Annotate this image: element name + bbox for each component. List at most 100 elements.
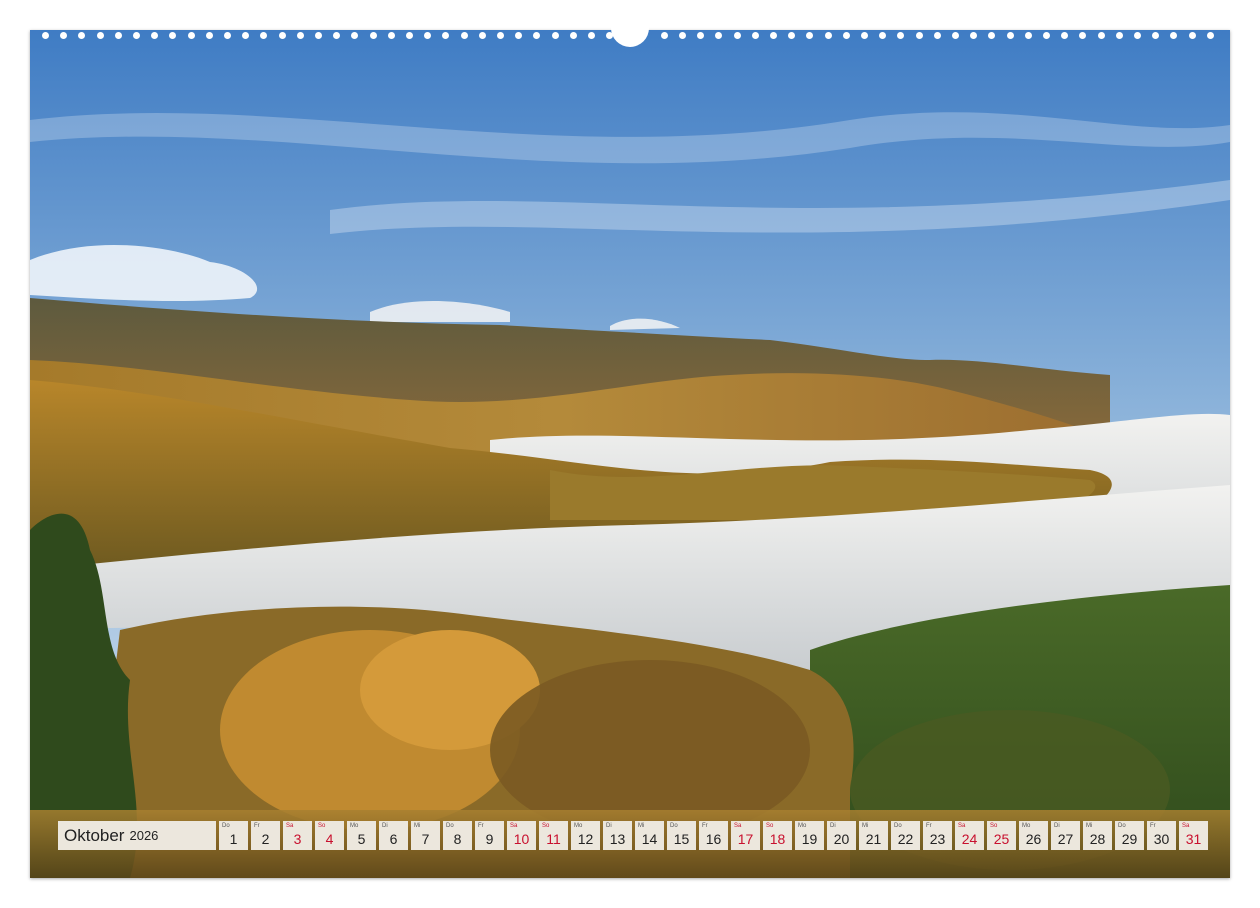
binding-hole bbox=[734, 32, 741, 39]
binding-hole bbox=[570, 32, 577, 39]
weekday-abbrev: Do bbox=[894, 823, 902, 829]
weekday-abbrev: Sa bbox=[1182, 823, 1190, 829]
weekday-abbrev: Fr bbox=[926, 823, 932, 829]
binding-hole bbox=[224, 32, 231, 39]
binding-hole bbox=[424, 32, 431, 39]
calendar-strip: Oktober 2026 Do 1 Fr 2 Sa 3 So 4 Mo 5 Di 6 Mi 7 Do 8 Fr 9… bbox=[58, 821, 1208, 850]
day-number: 31 bbox=[1185, 831, 1202, 847]
day-cell: Mo 19 bbox=[795, 821, 824, 850]
binding-hole bbox=[442, 32, 449, 39]
weekday-abbrev: Di bbox=[606, 823, 612, 829]
day-number: 21 bbox=[865, 831, 882, 847]
binding-hole bbox=[1189, 32, 1196, 39]
binding-hole bbox=[952, 32, 959, 39]
day-cell: Sa 10 bbox=[507, 821, 536, 850]
weekday-abbrev: Sa bbox=[958, 823, 966, 829]
binding-hole bbox=[60, 32, 67, 39]
binding-hole bbox=[1061, 32, 1068, 39]
binding-hole bbox=[806, 32, 813, 39]
day-number: 29 bbox=[1121, 831, 1138, 847]
binding-hole bbox=[133, 32, 140, 39]
day-number: 16 bbox=[705, 831, 722, 847]
day-number: 24 bbox=[961, 831, 978, 847]
day-cells: Do 1 Fr 2 Sa 3 So 4 Mo 5 Di 6 Mi 7 Do 8 Fr 9 Sa 10 So 11 Mo 12 D… bbox=[219, 821, 1208, 850]
binding-hole bbox=[897, 32, 904, 39]
weekday-abbrev: So bbox=[542, 823, 550, 829]
day-cell: Mi 7 bbox=[411, 821, 440, 850]
weekday-abbrev: Mi bbox=[1086, 823, 1093, 829]
binding-hole bbox=[1152, 32, 1159, 39]
weekday-abbrev: Mi bbox=[414, 823, 421, 829]
weekday-abbrev: Di bbox=[830, 823, 836, 829]
weekday-abbrev: Do bbox=[222, 823, 230, 829]
day-number: 18 bbox=[769, 831, 786, 847]
binding-hole bbox=[1098, 32, 1105, 39]
weekday-abbrev: Sa bbox=[286, 823, 294, 829]
day-number: 26 bbox=[1025, 831, 1042, 847]
day-number: 12 bbox=[577, 831, 594, 847]
binding-hole bbox=[697, 32, 704, 39]
weekday-abbrev: So bbox=[766, 823, 774, 829]
binding-hole bbox=[861, 32, 868, 39]
day-number: 8 bbox=[453, 831, 462, 847]
day-cell: Fr 23 bbox=[923, 821, 952, 850]
day-cell: So 18 bbox=[763, 821, 792, 850]
day-number: 14 bbox=[641, 831, 658, 847]
day-cell: Di 13 bbox=[603, 821, 632, 850]
day-cell: Do 8 bbox=[443, 821, 472, 850]
binding-hole bbox=[916, 32, 923, 39]
day-cell: Do 1 bbox=[219, 821, 248, 850]
binding-hole bbox=[1025, 32, 1032, 39]
autumn-mountain-fog-landscape bbox=[30, 30, 1230, 878]
weekday-abbrev: Do bbox=[1118, 823, 1126, 829]
day-number: 15 bbox=[673, 831, 690, 847]
binding-hole bbox=[351, 32, 358, 39]
day-cell: Di 27 bbox=[1051, 821, 1080, 850]
weekday-abbrev: So bbox=[318, 823, 326, 829]
month-name: Oktober bbox=[64, 825, 125, 845]
day-number: 28 bbox=[1089, 831, 1106, 847]
binding-hole bbox=[115, 32, 122, 39]
day-number: 22 bbox=[897, 831, 914, 847]
binding-hole bbox=[588, 32, 595, 39]
binding-hole bbox=[279, 32, 286, 39]
day-number: 1 bbox=[229, 831, 238, 847]
day-cell: Fr 16 bbox=[699, 821, 728, 850]
weekday-abbrev: Fr bbox=[702, 823, 708, 829]
binding-hole bbox=[661, 32, 668, 39]
day-cell: Di 6 bbox=[379, 821, 408, 850]
day-cell: Sa 17 bbox=[731, 821, 760, 850]
day-number: 20 bbox=[833, 831, 850, 847]
binding-hole bbox=[406, 32, 413, 39]
day-number: 6 bbox=[389, 831, 398, 847]
day-cell: Fr 2 bbox=[251, 821, 280, 850]
day-cell: Mo 12 bbox=[571, 821, 600, 850]
weekday-abbrev: Di bbox=[1054, 823, 1060, 829]
day-number: 27 bbox=[1057, 831, 1074, 847]
weekday-abbrev: Do bbox=[446, 823, 454, 829]
day-number: 17 bbox=[737, 831, 754, 847]
weekday-abbrev: Di bbox=[382, 823, 388, 829]
day-number: 11 bbox=[546, 831, 561, 847]
weekday-abbrev: Sa bbox=[734, 823, 742, 829]
day-number: 7 bbox=[421, 831, 430, 847]
binding-hole bbox=[242, 32, 249, 39]
binding-hole bbox=[552, 32, 559, 39]
binding-hole bbox=[715, 32, 722, 39]
weekday-abbrev: Mo bbox=[798, 823, 807, 829]
day-number: 25 bbox=[993, 831, 1010, 847]
day-number: 3 bbox=[293, 831, 302, 847]
binding-hole bbox=[1007, 32, 1014, 39]
binding-hole bbox=[1043, 32, 1050, 39]
day-number: 23 bbox=[929, 831, 946, 847]
weekday-abbrev: Mo bbox=[574, 823, 583, 829]
binding-hole bbox=[1134, 32, 1141, 39]
weekday-abbrev: Mo bbox=[1022, 823, 1031, 829]
binding-hole bbox=[315, 32, 322, 39]
binding-hole bbox=[533, 32, 540, 39]
weekday-abbrev: Fr bbox=[254, 823, 260, 829]
weekday-abbrev: Fr bbox=[1150, 823, 1156, 829]
day-cell: Fr 9 bbox=[475, 821, 504, 850]
binding-hole bbox=[188, 32, 195, 39]
binding-hole bbox=[42, 32, 49, 39]
